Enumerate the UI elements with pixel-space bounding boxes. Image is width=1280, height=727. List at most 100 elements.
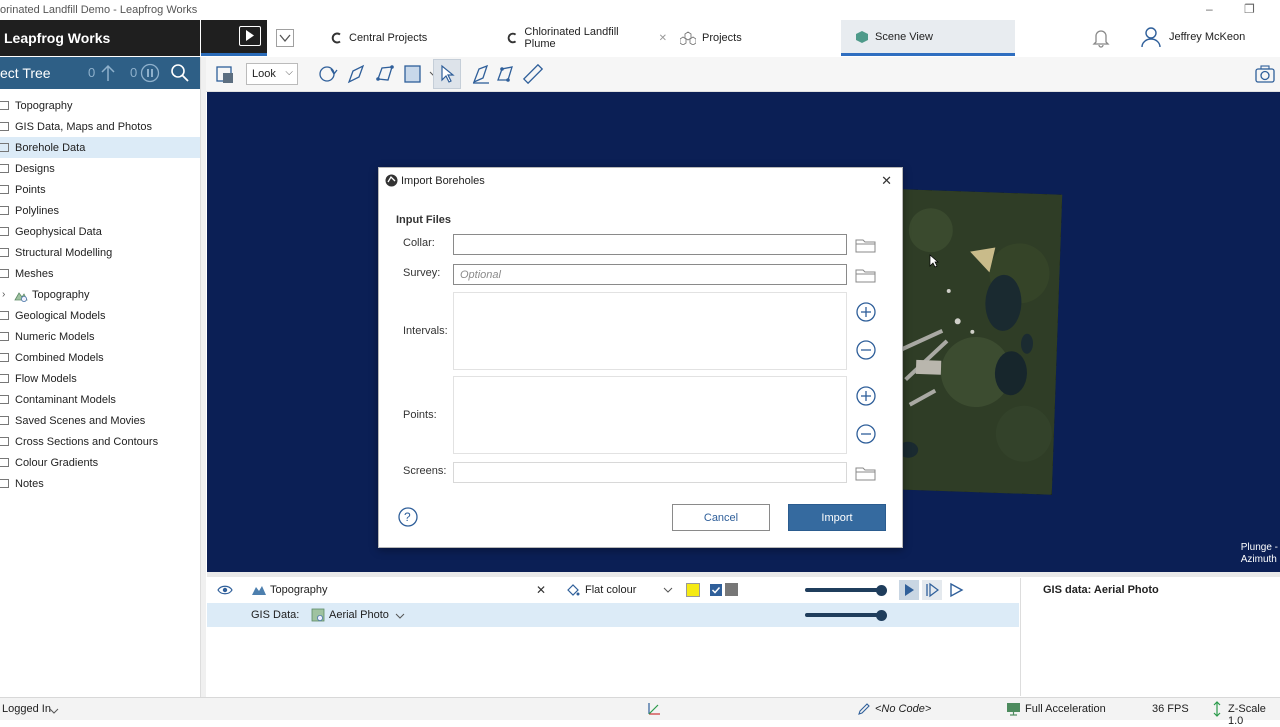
opacity-slider-track[interactable] (805, 588, 881, 592)
scene-splitter[interactable] (207, 572, 1280, 577)
shape-list-row-topography[interactable]: Topography ✕ Flat colour (207, 578, 1019, 602)
close-tab-icon[interactable]: ✕ (659, 33, 667, 44)
shape-list-row-gis-data[interactable]: GIS Data: Aerial Photo (207, 603, 1019, 627)
axes-icon[interactable] (646, 701, 662, 717)
tree-item-polylines[interactable]: Polylines (0, 200, 200, 221)
step-slice-button[interactable] (922, 580, 942, 600)
tab-chlorinated-landfill-plume[interactable]: Chlorinated Landfill Plume ✕ (507, 20, 667, 56)
tree-item-combined-models[interactable]: Combined Models (0, 347, 200, 368)
tree-item-colour-gradients[interactable]: Colour Gradients (0, 452, 200, 473)
add-interval-plus-icon[interactable] (855, 301, 877, 323)
tree-item-topography-object[interactable]: › Topography (0, 284, 200, 305)
tree-item-cross-sections[interactable]: Cross Sections and Contours (0, 431, 200, 452)
play-outline-icon[interactable] (947, 581, 965, 599)
tab-scene-view[interactable]: Scene View (841, 20, 1015, 56)
import-button[interactable]: Import (788, 504, 886, 531)
tree-item-flow-models[interactable]: Flow Models (0, 368, 200, 389)
rotate-icon[interactable] (316, 63, 338, 85)
minimize-button[interactable]: – (1206, 2, 1213, 16)
ruler-icon[interactable] (523, 63, 545, 85)
tree-item-geological-models[interactable]: Geological Models (0, 305, 200, 326)
chevron-down-icon[interactable] (49, 707, 59, 715)
remove-shape-icon[interactable]: ✕ (536, 583, 546, 597)
select-tool-button[interactable] (433, 59, 461, 89)
import-boreholes-dialog: Import Boreholes ✕ Input Files Collar: S… (378, 167, 903, 548)
gis-data-label: GIS Data: (251, 609, 300, 621)
play-slice-button[interactable] (899, 580, 919, 600)
tree-item-points[interactable]: Points (0, 179, 200, 200)
tree-item-contaminant-models[interactable]: Contaminant Models (0, 389, 200, 410)
screens-field[interactable] (453, 462, 847, 483)
camera-icon[interactable] (1254, 63, 1276, 85)
arrow-up-icon[interactable] (100, 64, 116, 82)
collar-field[interactable] (453, 234, 847, 255)
search-icon[interactable] (170, 63, 190, 83)
eye-icon[interactable] (217, 584, 233, 596)
header-dropdown-button[interactable] (276, 29, 294, 47)
clear-scene-icon[interactable] (214, 63, 236, 85)
tree-item-gis-data[interactable]: GIS Data, Maps and Photos (0, 116, 200, 137)
folder-icon (0, 437, 9, 446)
browse-survey-folder-icon[interactable] (855, 267, 877, 283)
colour-mode-label[interactable]: Flat colour (585, 584, 636, 596)
gis-data-value[interactable]: Aerial Photo (329, 609, 389, 621)
folder-icon (0, 395, 9, 404)
checkbox-checked-icon[interactable] (710, 584, 722, 596)
polyline-edit-icon[interactable] (494, 63, 516, 85)
tree-item-saved-scenes[interactable]: Saved Scenes and Movies (0, 410, 200, 431)
help-button[interactable]: ? (397, 506, 419, 528)
project-tree: Topography GIS Data, Maps and Photos Bor… (0, 95, 200, 494)
tab-projects[interactable]: Projects (680, 20, 820, 56)
tree-item-notes[interactable]: Notes (0, 473, 200, 494)
shape-name: Topography (270, 584, 328, 596)
polyline-icon[interactable] (374, 63, 396, 85)
draw-icon[interactable] (470, 63, 492, 85)
restore-button[interactable]: ❐ (1244, 2, 1255, 16)
opacity-slider-knob[interactable] (875, 585, 887, 596)
add-points-plus-icon[interactable] (855, 385, 877, 407)
remove-points-minus-icon[interactable] (855, 423, 877, 445)
texture-swatch[interactable] (725, 583, 738, 596)
step-forward-icon (926, 582, 939, 598)
colour-swatch[interactable] (686, 583, 700, 597)
play-button[interactable] (239, 26, 261, 46)
look-dropdown[interactable]: Look ⌵ (246, 63, 298, 85)
cancel-button[interactable]: Cancel (672, 504, 770, 531)
points-list[interactable] (453, 376, 847, 454)
remove-interval-minus-icon[interactable] (855, 339, 877, 361)
tree-item-borehole-data[interactable]: Borehole Data (0, 137, 200, 158)
tab-central-projects[interactable]: Central Projects (331, 20, 491, 56)
z-scale-status[interactable]: Z-Scale 1.0 (1228, 703, 1280, 727)
draw-line-icon[interactable] (345, 63, 367, 85)
topography-object-icon (252, 586, 266, 595)
gis-opacity-slider-knob[interactable] (875, 610, 887, 621)
notifications-button[interactable] (1091, 28, 1111, 48)
chevron-down-icon[interactable] (395, 612, 405, 620)
tree-item-label: Designs (15, 162, 55, 175)
logged-in-status[interactable]: Logged In (2, 703, 51, 715)
tree-item-designs[interactable]: Designs (0, 158, 200, 179)
tree-item-structural-modelling[interactable]: Structural Modelling (0, 242, 200, 263)
tree-item-label: Colour Gradients (15, 456, 99, 469)
folder-icon (0, 332, 9, 341)
browse-screens-folder-icon[interactable] (855, 465, 877, 481)
expand-chevron-icon[interactable]: › (2, 289, 5, 300)
survey-field[interactable]: Optional (453, 264, 847, 285)
pause-icon[interactable] (140, 63, 160, 83)
intervals-list[interactable] (453, 292, 847, 370)
code-status[interactable]: <No Code> (875, 703, 931, 715)
tree-item-meshes[interactable]: Meshes (0, 263, 200, 284)
play-panel-underline (201, 53, 267, 56)
tree-item-topography[interactable]: Topography (0, 95, 200, 116)
tree-item-geophysical-data[interactable]: Geophysical Data (0, 221, 200, 242)
pencil-icon[interactable] (857, 702, 871, 716)
chevron-down-icon[interactable] (663, 586, 673, 594)
close-icon[interactable]: ✕ (881, 173, 892, 189)
browse-collar-folder-icon[interactable] (855, 237, 877, 253)
gis-opacity-slider-track[interactable] (805, 613, 881, 617)
tree-item-numeric-models[interactable]: Numeric Models (0, 326, 200, 347)
tree-splitter[interactable] (200, 57, 206, 697)
slice-icon[interactable] (402, 63, 424, 85)
tree-item-label: Flow Models (15, 372, 77, 385)
user-menu[interactable]: Jeffrey McKeon (1141, 26, 1245, 48)
